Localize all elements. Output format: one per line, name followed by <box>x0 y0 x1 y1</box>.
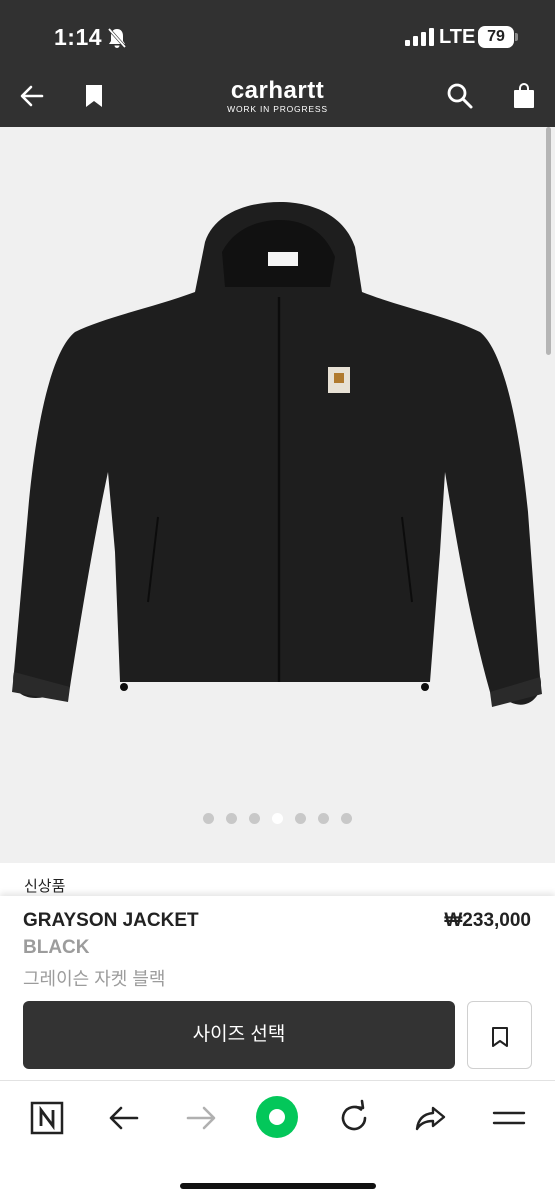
new-product-badge: 신상품 <box>24 878 66 895</box>
top-bar: 1:14 LTE 79 carhartt WORK IN PROGRESS <box>0 0 555 127</box>
bookmark-outline-icon <box>492 1027 508 1047</box>
bookmark-icon[interactable] <box>80 82 108 110</box>
back-arrow-icon[interactable] <box>18 82 46 110</box>
network-label: LTE <box>439 26 476 48</box>
menu-icon[interactable] <box>489 1098 529 1138</box>
select-size-button[interactable]: 사이즈 선택 <box>23 1001 455 1069</box>
product-price: ₩233,000 <box>444 910 531 931</box>
brand-logo[interactable]: carhartt WORK IN PROGRESS <box>200 78 355 118</box>
carousel-dot[interactable] <box>203 813 214 824</box>
product-name-korean: 그레이슨 자켓 블랙 <box>23 969 166 989</box>
back-icon[interactable] <box>104 1098 144 1138</box>
green-dot-icon[interactable] <box>255 1095 299 1139</box>
carousel-dot[interactable] <box>249 813 260 824</box>
carousel-dot[interactable] <box>295 813 306 824</box>
status-time: 1:14 <box>54 24 103 50</box>
product-image[interactable] <box>0 182 555 742</box>
brand-name: carhartt <box>230 77 325 104</box>
product-name: GRAYSON JACKET <box>23 910 199 931</box>
reload-icon[interactable] <box>334 1098 374 1138</box>
product-color: BLACK <box>23 937 90 958</box>
carousel-dot[interactable] <box>341 813 352 824</box>
product-gallery[interactable] <box>0 127 555 863</box>
app-header: carhartt WORK IN PROGRESS <box>0 70 555 127</box>
carousel-dot[interactable] <box>226 813 237 824</box>
battery-level: 79 <box>478 26 514 48</box>
carousel-dots[interactable] <box>0 813 555 827</box>
product-info-sheet: GRAYSON JACKET ₩233,000 BLACK 그레이슨 자켓 블랙… <box>0 896 555 1096</box>
signal-icon <box>405 28 434 46</box>
carousel-dot[interactable] <box>318 813 329 824</box>
browser-toolbar <box>0 1080 555 1200</box>
shopping-bag-icon[interactable] <box>510 82 538 110</box>
bell-off-icon <box>107 28 127 48</box>
battery-icon: 79 <box>478 26 518 48</box>
carousel-dot-active[interactable] <box>272 813 283 824</box>
brand-tagline: WORK IN PROGRESS <box>227 104 328 114</box>
home-indicator <box>180 1183 376 1189</box>
n-home-icon[interactable] <box>27 1098 67 1138</box>
wishlist-button[interactable] <box>467 1001 532 1069</box>
search-icon[interactable] <box>446 82 474 110</box>
forward-icon[interactable] <box>181 1098 221 1138</box>
share-icon[interactable] <box>411 1098 451 1138</box>
status-bar: 1:14 LTE 79 <box>0 0 555 70</box>
scrollbar[interactable] <box>546 127 551 355</box>
